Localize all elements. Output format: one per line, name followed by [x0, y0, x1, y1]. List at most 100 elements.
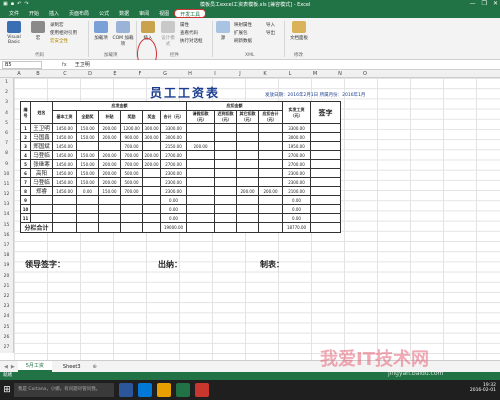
table-cell[interactable]	[52, 204, 77, 214]
table-cell[interactable]	[236, 177, 259, 187]
windows-start-icon[interactable]: ⊞	[0, 380, 14, 400]
tab-insert[interactable]: 插入	[44, 9, 64, 18]
row-number[interactable]: 2	[20, 132, 31, 142]
column-header[interactable]: K	[255, 71, 275, 77]
table-cell[interactable]	[258, 195, 283, 205]
column-header[interactable]: E	[105, 71, 125, 77]
table-cell[interactable]: 3300.00	[160, 123, 187, 133]
row-number[interactable]: 10	[20, 204, 31, 214]
employee-name[interactable]: 高阳	[30, 168, 53, 178]
table-cell[interactable]	[186, 177, 215, 187]
row-header[interactable]: 1	[0, 78, 13, 88]
edge-icon[interactable]	[138, 383, 152, 397]
save-icon[interactable]: ▪	[11, 1, 14, 7]
signature-cell[interactable]	[310, 123, 341, 133]
table-cell[interactable]: 200.00	[98, 132, 121, 142]
table-cell[interactable]: 1200.00	[120, 123, 143, 133]
next-sheet-icon[interactable]: ▶	[11, 364, 15, 370]
close-button[interactable]: ✕	[493, 0, 498, 7]
table-cell[interactable]: 1450.00	[52, 150, 77, 160]
table-cell[interactable]	[186, 186, 215, 196]
com-addins-button[interactable]: COM 加载项	[112, 21, 134, 47]
table-cell[interactable]	[120, 195, 143, 205]
table-cell[interactable]	[142, 195, 161, 205]
row-header[interactable]: 25	[0, 323, 13, 333]
table-cell[interactable]	[214, 123, 237, 133]
table-cell[interactable]: 300.00	[142, 123, 161, 133]
signature-cell[interactable]	[310, 195, 341, 205]
import-button[interactable]: 导入	[266, 22, 275, 28]
table-cell[interactable]	[186, 168, 215, 178]
tab-home[interactable]: 开始	[24, 9, 44, 18]
table-cell[interactable]: 0.00	[160, 213, 187, 223]
table-cell[interactable]	[258, 213, 283, 223]
signature-cell[interactable]	[310, 141, 341, 151]
table-cell[interactable]	[214, 132, 237, 142]
table-cell[interactable]	[98, 222, 121, 233]
table-cell[interactable]	[236, 159, 259, 169]
map-properties-button[interactable]: 映射属性	[234, 22, 252, 28]
row-header[interactable]: 2	[0, 88, 13, 98]
table-cell[interactable]	[214, 222, 237, 233]
expansion-packs-button[interactable]: 扩展包	[234, 30, 248, 36]
table-cell[interactable]: 150.00	[98, 186, 121, 196]
signature-cell[interactable]	[310, 213, 341, 223]
table-cell[interactable]	[258, 168, 283, 178]
row-header[interactable]: 6	[0, 129, 13, 139]
table-cell[interactable]: 2300.00	[282, 168, 311, 178]
table-cell[interactable]: 300.00	[142, 132, 161, 142]
table-cell[interactable]	[76, 141, 99, 151]
table-cell[interactable]: 200.00	[98, 159, 121, 169]
table-cell[interactable]	[142, 186, 161, 196]
employee-name[interactable]: 郑国斌	[30, 141, 53, 151]
row-header[interactable]: 13	[0, 200, 13, 210]
record-macro-button[interactable]: 录制宏	[50, 22, 64, 28]
table-cell[interactable]	[258, 123, 283, 133]
table-cell[interactable]: 150.00	[76, 150, 99, 160]
minimize-button[interactable]: —	[470, 0, 476, 7]
table-cell[interactable]: 3000.00	[282, 132, 311, 142]
table-cell[interactable]	[98, 204, 121, 214]
sheet-tab-may[interactable]: 5月工资	[17, 361, 52, 372]
name-box[interactable]: B5	[2, 60, 42, 69]
row-number[interactable]: 11	[20, 213, 31, 223]
tab-developer[interactable]: 开发工具	[174, 9, 207, 18]
row-number[interactable]: 6	[20, 168, 31, 178]
row-header[interactable]: 14	[0, 210, 13, 220]
table-cell[interactable]	[98, 213, 121, 223]
table-cell[interactable]: 200.00	[236, 186, 259, 196]
table-cell[interactable]: 2150.00	[160, 141, 187, 151]
row-header[interactable]: 22	[0, 292, 13, 302]
redo-icon[interactable]: ↷	[24, 1, 28, 7]
table-cell[interactable]	[142, 141, 161, 151]
table-cell[interactable]: 1450.00	[52, 141, 77, 151]
table-cell[interactable]: 200.00	[98, 168, 121, 178]
table-cell[interactable]	[186, 123, 215, 133]
table-cell[interactable]: 0.00	[282, 213, 311, 223]
table-cell[interactable]	[236, 123, 259, 133]
table-cell[interactable]	[258, 150, 283, 160]
table-cell[interactable]	[52, 222, 77, 233]
signature-cell[interactable]	[310, 177, 341, 187]
table-cell[interactable]	[214, 168, 237, 178]
table-cell[interactable]	[76, 222, 99, 233]
table-cell[interactable]: 2700.00	[282, 150, 311, 160]
maximize-button[interactable]: ❐	[482, 0, 487, 7]
employee-name[interactable]: 张继寒	[30, 159, 53, 169]
table-cell[interactable]	[258, 177, 283, 187]
tab-data[interactable]: 数据	[114, 9, 134, 18]
table-cell[interactable]: 150.00	[76, 168, 99, 178]
table-cell[interactable]: 200.00	[258, 186, 283, 196]
table-cell[interactable]: 1450.00	[52, 177, 77, 187]
row-header[interactable]: 3	[0, 98, 13, 108]
table-cell[interactable]: 0.00	[282, 195, 311, 205]
properties-button[interactable]: 属性	[180, 22, 189, 28]
refresh-data-button[interactable]: 刷新数据	[234, 38, 252, 44]
row-header[interactable]: 21	[0, 282, 13, 292]
table-cell[interactable]	[258, 222, 283, 233]
run-dialog-button[interactable]: 执行对话框	[180, 38, 203, 44]
table-cell[interactable]	[186, 159, 215, 169]
table-cell[interactable]	[214, 204, 237, 214]
table-cell[interactable]	[236, 213, 259, 223]
excel-taskbar-icon[interactable]	[176, 383, 190, 397]
